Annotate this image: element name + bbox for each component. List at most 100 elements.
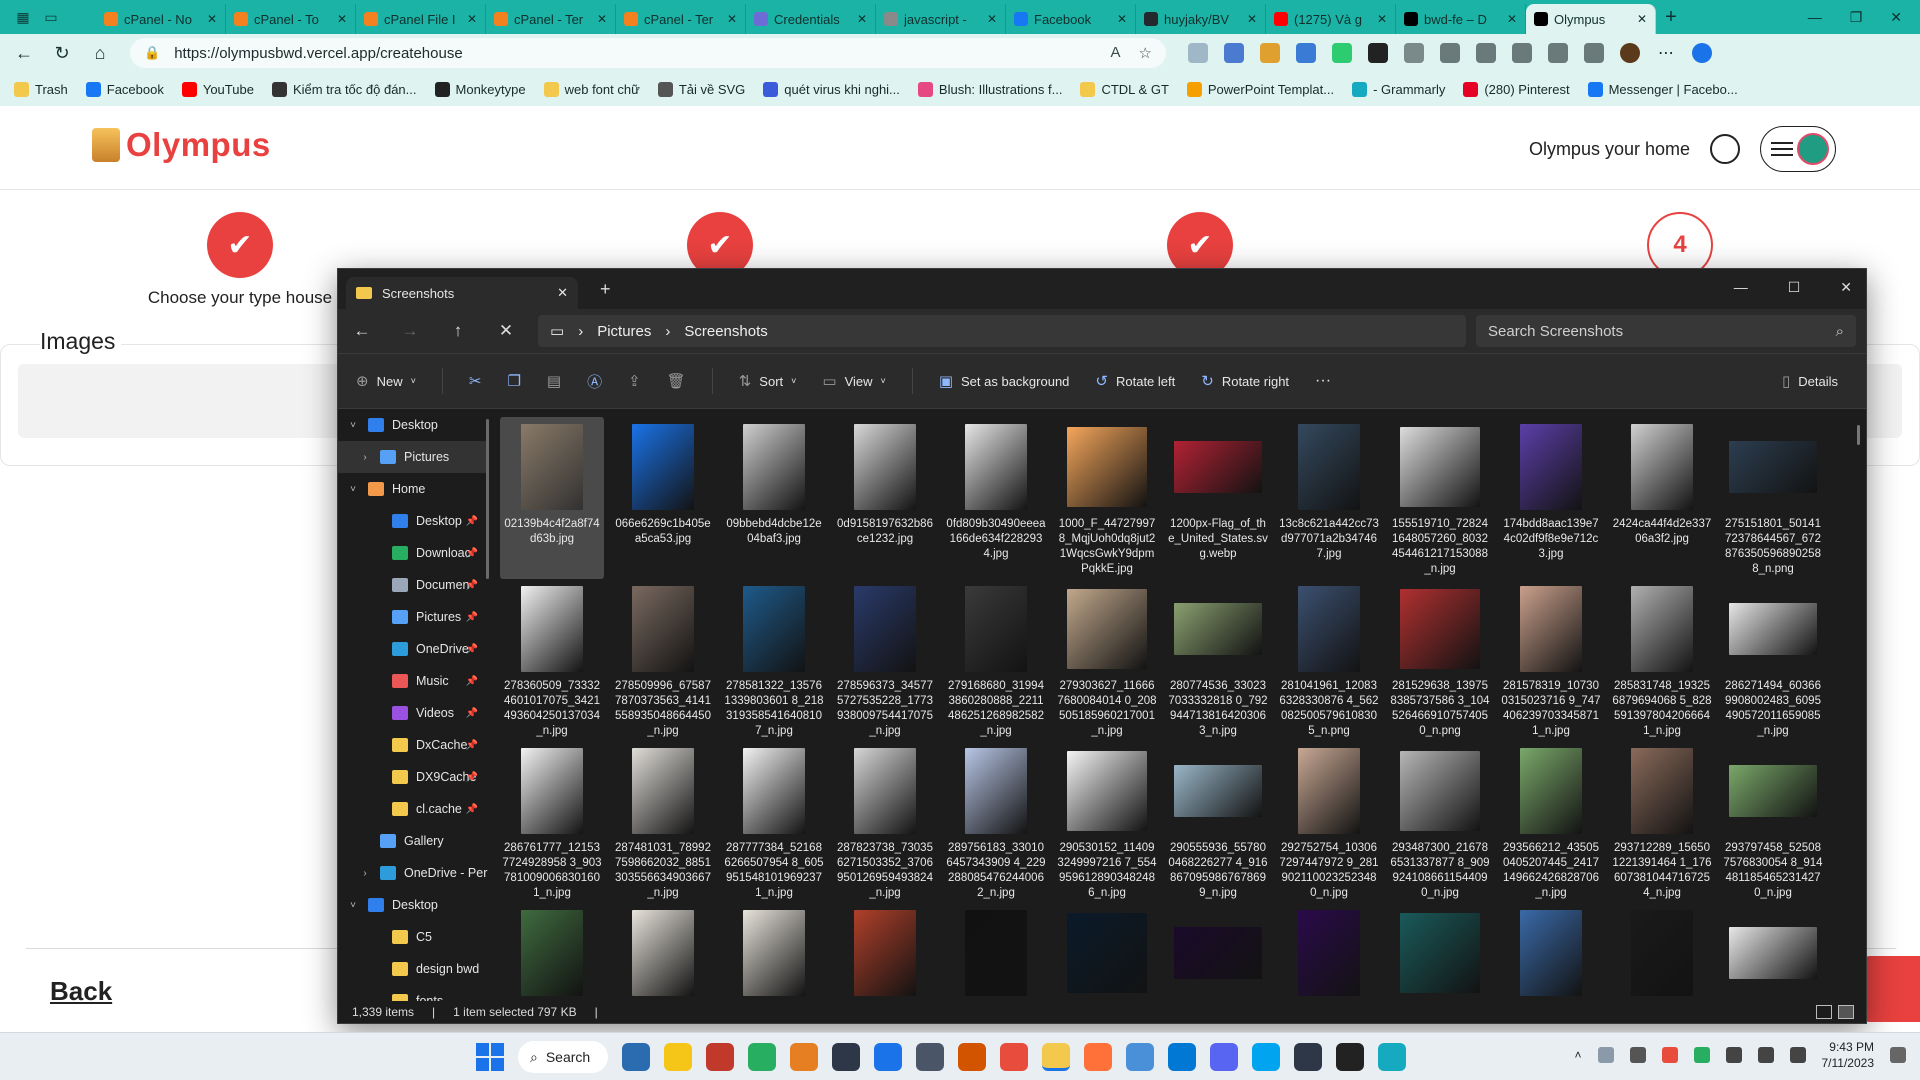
explorer-tab[interactable]: Screenshots ✕ xyxy=(346,277,578,309)
file-item[interactable]: 281578319_107300315023716 9_747406239703… xyxy=(1499,579,1603,741)
bookmark-item[interactable]: web font chữ xyxy=(543,81,640,97)
browser-tab[interactable]: huyjaky/BV ✕ xyxy=(1136,4,1266,34)
file-item[interactable]: 286271494_603669908002483_60954905720116… xyxy=(1721,579,1825,741)
file-item[interactable]: 278596373_345775727535228_17739380097544… xyxy=(833,579,937,741)
display-icon[interactable] xyxy=(1757,1047,1774,1063)
close-tab-icon[interactable]: ✕ xyxy=(1377,12,1387,26)
close-tab-icon[interactable]: ✕ xyxy=(727,12,737,26)
taskbar-app-icon[interactable] xyxy=(1378,1043,1406,1071)
nav-pane-scrollbar[interactable] xyxy=(486,419,489,579)
file-item[interactable] xyxy=(1055,903,1159,1005)
file-item[interactable] xyxy=(1499,903,1603,1005)
bookmark-item[interactable]: Blush: Illustrations f... xyxy=(917,81,1062,97)
file-item[interactable] xyxy=(722,903,826,1005)
file-grid-scrollbar[interactable] xyxy=(1857,425,1860,445)
bookmark-item[interactable]: Kiểm tra tốc độ đán... xyxy=(271,81,417,97)
file-item[interactable]: 0d9158197632b86ce1232.jpg xyxy=(833,417,937,579)
file-item[interactable] xyxy=(1277,903,1381,1005)
close-window-icon[interactable]: ✕ xyxy=(1890,9,1902,26)
performance-icon[interactable] xyxy=(1512,43,1532,63)
file-item[interactable]: 13c8c621a442cc73d977071a2b347467.jpg xyxy=(1277,417,1381,579)
nav-item-downloac[interactable]: Downloac 📌 xyxy=(338,537,488,569)
file-item[interactable]: 0fd809b30490eeea166de634f2282934.jpg xyxy=(944,417,1048,579)
bookmark-item[interactable]: Messenger | Facebo... xyxy=(1587,81,1738,97)
copy-icon[interactable]: ❐ xyxy=(507,372,520,390)
file-item[interactable] xyxy=(833,903,937,1005)
browser-tab[interactable]: Facebook ✕ xyxy=(1006,4,1136,34)
file-item[interactable]: 279168680_319943860280888_22114862512689… xyxy=(944,579,1048,741)
cloud-icon[interactable] xyxy=(1597,1047,1614,1063)
header-link[interactable]: Olympus your home xyxy=(1529,139,1690,160)
taskbar-app-icon[interactable] xyxy=(790,1043,818,1071)
file-item[interactable]: 281529638_139758385737586 3_104526466910… xyxy=(1388,579,1492,741)
nav-item-home[interactable]: ˅ Home xyxy=(338,473,488,505)
file-item[interactable]: 275151801_5014172378644567_6728763505968… xyxy=(1721,417,1825,579)
more-menu-icon[interactable]: ⋯ xyxy=(1656,43,1676,63)
start-button[interactable] xyxy=(476,1043,504,1071)
user-menu-button[interactable] xyxy=(1760,126,1836,172)
taskbar-app-icon[interactable] xyxy=(1126,1043,1154,1071)
file-item[interactable]: 278581322_135761339803601 8_218319358541… xyxy=(722,579,826,741)
file-item[interactable]: 174bdd8aac139e74c02df9f8e9e712c3.jpg xyxy=(1499,417,1603,579)
extension-wave-icon[interactable] xyxy=(1296,43,1316,63)
file-item[interactable]: 293487300_216786531337877 8_909924108661… xyxy=(1388,741,1492,903)
profile-avatar-icon[interactable] xyxy=(1620,43,1640,63)
view-button[interactable]: ▭ View ˅ xyxy=(822,372,885,390)
close-tab-icon[interactable]: ✕ xyxy=(207,12,217,26)
file-item[interactable]: 280774536_330237033332818 0_792944713816… xyxy=(1166,579,1270,741)
file-item[interactable]: 278360509_733324601017075_34214936042501… xyxy=(500,579,604,741)
search-input[interactable]: Search Screenshots ⌕ xyxy=(1476,315,1856,347)
file-item[interactable]: 287481031_789927598662032_88513035566349… xyxy=(611,741,715,903)
taskbar-search[interactable]: ⌕ Search xyxy=(518,1041,608,1073)
taskbar-app-icon[interactable] xyxy=(1252,1043,1280,1071)
chevron-icon[interactable]: › xyxy=(358,868,372,879)
taskbar-app-icon[interactable] xyxy=(1000,1043,1028,1071)
file-item[interactable]: 155519710_728241648057260_80324544612171… xyxy=(1388,417,1492,579)
nav-item-pictures[interactable]: › Pictures xyxy=(338,441,488,473)
bookmark-item[interactable]: Monkeytype xyxy=(434,81,526,97)
file-item[interactable]: 2424ca44f4d2e33706a3f2.jpg xyxy=(1610,417,1714,579)
browser-tab[interactable]: cPanel File I ✕ xyxy=(356,4,486,34)
close-tab-icon[interactable]: ✕ xyxy=(597,12,607,26)
bookmark-item[interactable]: PowerPoint Templat... xyxy=(1186,81,1334,97)
file-item[interactable]: 1000_F_447279978_MqjUoh0dq8jut21WqcsGwkY… xyxy=(1055,417,1159,579)
browser-tab[interactable]: Credentials ✕ xyxy=(746,4,876,34)
nav-item-videos[interactable]: Videos 📌 xyxy=(338,697,488,729)
bookmark-item[interactable]: quét virus khi nghi... xyxy=(763,81,900,97)
browser-tab[interactable]: cPanel - Ter ✕ xyxy=(486,4,616,34)
browser-tab[interactable]: bwd-fe – D ✕ xyxy=(1396,4,1526,34)
bing-copilot-icon[interactable] xyxy=(1692,43,1712,63)
taskbar-app-icon[interactable] xyxy=(1084,1043,1112,1071)
back-arrow-icon[interactable]: ← xyxy=(338,321,386,341)
up-arrow-icon[interactable]: ↑ xyxy=(434,321,482,341)
tab-actions-icon[interactable]: ▭ xyxy=(42,8,60,26)
browser-tab[interactable]: cPanel - No ✕ xyxy=(96,4,226,34)
browser-tab[interactable]: cPanel - To ✕ xyxy=(226,4,356,34)
bookmark-item[interactable]: - Grammarly xyxy=(1352,81,1445,97)
file-item[interactable] xyxy=(611,903,715,1005)
browser-tab[interactable]: Olympus ✕ xyxy=(1526,4,1656,34)
share-icon[interactable]: ⇪ xyxy=(628,372,641,390)
file-item[interactable]: 066e6269c1b405ea5ca53.jpg xyxy=(611,417,715,579)
file-item[interactable]: 292752754_103067297447972 9_281902110023… xyxy=(1277,741,1381,903)
nav-item-documen[interactable]: Documen 📌 xyxy=(338,569,488,601)
chevron-icon[interactable]: ˅ xyxy=(346,484,360,495)
new-tab-button[interactable]: + xyxy=(1656,6,1686,29)
favorite-star-icon[interactable]: ☆ xyxy=(1139,44,1152,62)
this-pc-icon[interactable]: ▭ xyxy=(550,322,564,340)
back-link[interactable]: Back xyxy=(50,976,112,1007)
file-item[interactable]: 286761777_121537724928958 3_903781009006… xyxy=(500,741,604,903)
details-view-icon[interactable] xyxy=(1816,1005,1832,1019)
taskbar-app-icon[interactable] xyxy=(832,1043,860,1071)
browser-tab[interactable]: cPanel - Ter ✕ xyxy=(616,4,746,34)
file-item[interactable] xyxy=(1721,903,1825,1005)
file-item[interactable]: 09bbebd4dcbe12e04baf3.jpg xyxy=(722,417,826,579)
paste-icon[interactable]: ▤ xyxy=(547,372,561,390)
maximize-icon[interactable]: ☐ xyxy=(1788,279,1801,296)
file-item[interactable] xyxy=(1610,903,1714,1005)
close-tab-icon[interactable]: ✕ xyxy=(467,12,477,26)
extension-shield-icon[interactable] xyxy=(1188,43,1208,63)
file-item[interactable] xyxy=(1388,903,1492,1005)
nav-item-gallery[interactable]: Gallery xyxy=(338,825,488,857)
close-icon[interactable]: ✕ xyxy=(1840,279,1852,296)
